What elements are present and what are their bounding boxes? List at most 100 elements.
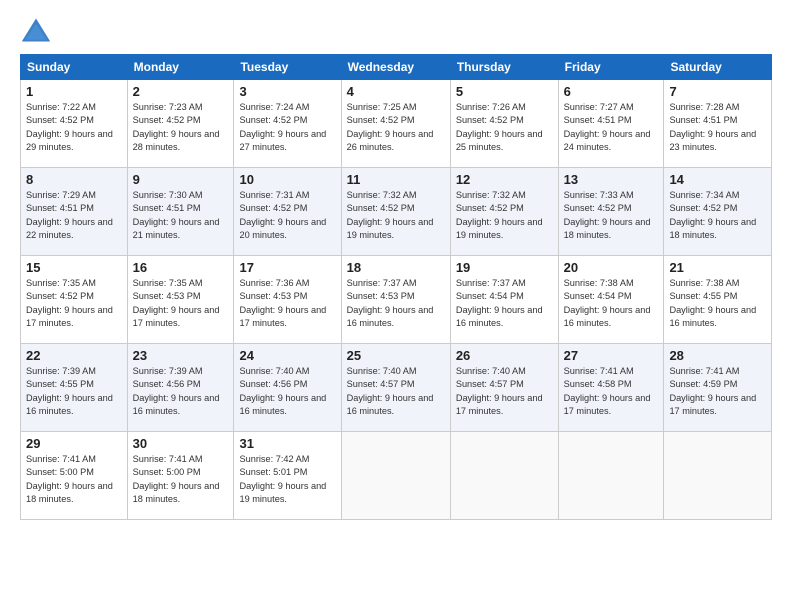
- day-info: Sunrise: 7:23 AMSunset: 4:52 PMDaylight:…: [133, 102, 220, 152]
- logo: [20, 16, 56, 44]
- day-number: 1: [26, 84, 122, 99]
- page-container: SundayMondayTuesdayWednesdayThursdayFrid…: [0, 0, 792, 530]
- day-info: Sunrise: 7:35 AMSunset: 4:52 PMDaylight:…: [26, 278, 113, 328]
- day-info: Sunrise: 7:41 AMSunset: 5:00 PMDaylight:…: [133, 454, 220, 504]
- calendar-cell: 10 Sunrise: 7:31 AMSunset: 4:52 PMDayligh…: [234, 168, 341, 256]
- day-number: 16: [133, 260, 229, 275]
- day-info: Sunrise: 7:38 AMSunset: 4:55 PMDaylight:…: [669, 278, 756, 328]
- day-info: Sunrise: 7:40 AMSunset: 4:57 PMDaylight:…: [456, 366, 543, 416]
- col-header-saturday: Saturday: [664, 55, 772, 80]
- calendar-cell: 16 Sunrise: 7:35 AMSunset: 4:53 PMDayligh…: [127, 256, 234, 344]
- calendar-cell: [558, 432, 664, 520]
- day-number: 3: [239, 84, 335, 99]
- day-number: 8: [26, 172, 122, 187]
- day-info: Sunrise: 7:41 AMSunset: 4:58 PMDaylight:…: [564, 366, 651, 416]
- day-info: Sunrise: 7:22 AMSunset: 4:52 PMDaylight:…: [26, 102, 113, 152]
- calendar-cell: 29 Sunrise: 7:41 AMSunset: 5:00 PMDayligh…: [21, 432, 128, 520]
- day-info: Sunrise: 7:40 AMSunset: 4:57 PMDaylight:…: [347, 366, 434, 416]
- calendar-week-4: 22Sunrise: 7:39 AMSunset: 4:55 PMDayligh…: [21, 344, 772, 432]
- page-header: [20, 16, 772, 44]
- day-info: Sunrise: 7:42 AMSunset: 5:01 PMDaylight:…: [239, 454, 326, 504]
- day-number: 26: [456, 348, 553, 363]
- day-info: Sunrise: 7:33 AMSunset: 4:52 PMDaylight:…: [564, 190, 651, 240]
- day-number: 19: [456, 260, 553, 275]
- calendar-cell: 23 Sunrise: 7:39 AMSunset: 4:56 PMDayligh…: [127, 344, 234, 432]
- day-number: 27: [564, 348, 659, 363]
- day-info: Sunrise: 7:36 AMSunset: 4:53 PMDaylight:…: [239, 278, 326, 328]
- day-number: 23: [133, 348, 229, 363]
- calendar-week-5: 29 Sunrise: 7:41 AMSunset: 5:00 PMDayligh…: [21, 432, 772, 520]
- day-number: 12: [456, 172, 553, 187]
- calendar-cell: [341, 432, 450, 520]
- calendar-cell: 2 Sunrise: 7:23 AMSunset: 4:52 PMDaylight…: [127, 80, 234, 168]
- day-number: 11: [347, 172, 445, 187]
- day-number: 7: [669, 84, 766, 99]
- day-number: 22: [26, 348, 122, 363]
- calendar-cell: 20Sunrise: 7:38 AMSunset: 4:54 PMDayligh…: [558, 256, 664, 344]
- day-info: Sunrise: 7:30 AMSunset: 4:51 PMDaylight:…: [133, 190, 220, 240]
- calendar-cell: 30 Sunrise: 7:41 AMSunset: 5:00 PMDayligh…: [127, 432, 234, 520]
- calendar-cell: 17 Sunrise: 7:36 AMSunset: 4:53 PMDayligh…: [234, 256, 341, 344]
- day-info: Sunrise: 7:28 AMSunset: 4:51 PMDaylight:…: [669, 102, 756, 152]
- logo-icon: [20, 16, 52, 44]
- day-info: Sunrise: 7:40 AMSunset: 4:56 PMDaylight:…: [239, 366, 326, 416]
- calendar-cell: 3 Sunrise: 7:24 AMSunset: 4:52 PMDaylight…: [234, 80, 341, 168]
- calendar-cell: 1 Sunrise: 7:22 AMSunset: 4:52 PMDaylight…: [21, 80, 128, 168]
- day-number: 29: [26, 436, 122, 451]
- day-info: Sunrise: 7:35 AMSunset: 4:53 PMDaylight:…: [133, 278, 220, 328]
- calendar-cell: 8Sunrise: 7:29 AMSunset: 4:51 PMDaylight…: [21, 168, 128, 256]
- day-number: 15: [26, 260, 122, 275]
- calendar-cell: 24Sunrise: 7:40 AMSunset: 4:56 PMDayligh…: [234, 344, 341, 432]
- day-info: Sunrise: 7:24 AMSunset: 4:52 PMDaylight:…: [239, 102, 326, 152]
- calendar-cell: 6Sunrise: 7:27 AMSunset: 4:51 PMDaylight…: [558, 80, 664, 168]
- col-header-thursday: Thursday: [450, 55, 558, 80]
- calendar-cell: 11 Sunrise: 7:32 AMSunset: 4:52 PMDayligh…: [341, 168, 450, 256]
- calendar-cell: 15 Sunrise: 7:35 AMSunset: 4:52 PMDayligh…: [21, 256, 128, 344]
- day-number: 5: [456, 84, 553, 99]
- day-number: 25: [347, 348, 445, 363]
- col-header-wednesday: Wednesday: [341, 55, 450, 80]
- day-info: Sunrise: 7:37 AMSunset: 4:53 PMDaylight:…: [347, 278, 434, 328]
- day-info: Sunrise: 7:34 AMSunset: 4:52 PMDaylight:…: [669, 190, 756, 240]
- calendar-cell: 4 Sunrise: 7:25 AMSunset: 4:52 PMDaylight…: [341, 80, 450, 168]
- calendar-week-2: 8Sunrise: 7:29 AMSunset: 4:51 PMDaylight…: [21, 168, 772, 256]
- calendar-cell: 22Sunrise: 7:39 AMSunset: 4:55 PMDayligh…: [21, 344, 128, 432]
- calendar-cell: 7 Sunrise: 7:28 AMSunset: 4:51 PMDaylight…: [664, 80, 772, 168]
- day-info: Sunrise: 7:41 AMSunset: 5:00 PMDaylight:…: [26, 454, 113, 504]
- calendar-cell: 28Sunrise: 7:41 AMSunset: 4:59 PMDayligh…: [664, 344, 772, 432]
- day-number: 14: [669, 172, 766, 187]
- calendar-week-3: 15 Sunrise: 7:35 AMSunset: 4:52 PMDayligh…: [21, 256, 772, 344]
- calendar-cell: 5Sunrise: 7:26 AMSunset: 4:52 PMDaylight…: [450, 80, 558, 168]
- calendar-week-1: 1 Sunrise: 7:22 AMSunset: 4:52 PMDaylight…: [21, 80, 772, 168]
- day-number: 17: [239, 260, 335, 275]
- calendar-cell: 31 Sunrise: 7:42 AMSunset: 5:01 PMDayligh…: [234, 432, 341, 520]
- calendar-cell: 9Sunrise: 7:30 AMSunset: 4:51 PMDaylight…: [127, 168, 234, 256]
- day-info: Sunrise: 7:31 AMSunset: 4:52 PMDaylight:…: [239, 190, 326, 240]
- col-header-friday: Friday: [558, 55, 664, 80]
- calendar-cell: 12Sunrise: 7:32 AMSunset: 4:52 PMDayligh…: [450, 168, 558, 256]
- day-number: 6: [564, 84, 659, 99]
- calendar-cell: [450, 432, 558, 520]
- day-info: Sunrise: 7:32 AMSunset: 4:52 PMDaylight:…: [347, 190, 434, 240]
- calendar-cell: 18Sunrise: 7:37 AMSunset: 4:53 PMDayligh…: [341, 256, 450, 344]
- day-info: Sunrise: 7:25 AMSunset: 4:52 PMDaylight:…: [347, 102, 434, 152]
- calendar-cell: 25 Sunrise: 7:40 AMSunset: 4:57 PMDayligh…: [341, 344, 450, 432]
- day-number: 13: [564, 172, 659, 187]
- day-number: 4: [347, 84, 445, 99]
- calendar-cell: 14 Sunrise: 7:34 AMSunset: 4:52 PMDayligh…: [664, 168, 772, 256]
- day-number: 10: [239, 172, 335, 187]
- day-number: 21: [669, 260, 766, 275]
- day-info: Sunrise: 7:37 AMSunset: 4:54 PMDaylight:…: [456, 278, 543, 328]
- day-number: 30: [133, 436, 229, 451]
- day-info: Sunrise: 7:39 AMSunset: 4:56 PMDaylight:…: [133, 366, 220, 416]
- calendar-cell: 13 Sunrise: 7:33 AMSunset: 4:52 PMDayligh…: [558, 168, 664, 256]
- day-number: 31: [239, 436, 335, 451]
- calendar-cell: 26 Sunrise: 7:40 AMSunset: 4:57 PMDayligh…: [450, 344, 558, 432]
- calendar-cell: [664, 432, 772, 520]
- col-header-monday: Monday: [127, 55, 234, 80]
- col-header-tuesday: Tuesday: [234, 55, 341, 80]
- calendar-cell: 19 Sunrise: 7:37 AMSunset: 4:54 PMDayligh…: [450, 256, 558, 344]
- day-number: 28: [669, 348, 766, 363]
- calendar-cell: 27 Sunrise: 7:41 AMSunset: 4:58 PMDayligh…: [558, 344, 664, 432]
- day-number: 2: [133, 84, 229, 99]
